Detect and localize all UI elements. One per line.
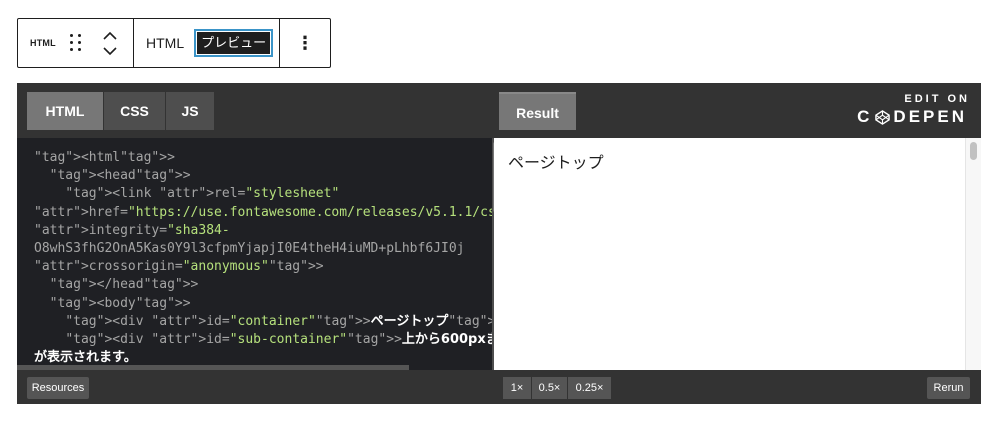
code-line: "tag"></head"tag">> [49,277,199,293]
code-block: "tag"><html"tag">> "tag"><head"tag">> "t… [34,149,492,367]
zoom-0-5x-button[interactable]: 0.5× [532,377,568,399]
block-movers [102,27,118,59]
html-mode-group: HTML プレビュー [134,19,280,67]
codepen-word-pre: C [857,107,873,126]
preview-button[interactable]: プレビュー [194,29,274,57]
code-line: O8whS3fhG2OnA5Kas0Y9l3cfpmYjapjI0E4theH4… [34,241,465,257]
codepen-embed: HTML CSS JS Result EDIT ON C DEPEN "tag"… [17,83,981,404]
block-controls-group: HTML [18,19,134,67]
code-line: "tag"><head"tag">> [49,168,191,184]
more-vertical-icon[interactable]: ⋮ [296,34,314,52]
code-line: "attr">crossorigin="anonymous""tag">> [34,259,324,275]
zoom-1x-button[interactable]: 1× [503,377,532,399]
html-code-pane[interactable]: "tag"><html"tag">> "tag"><head"tag">> "t… [17,138,492,370]
resources-button[interactable]: Resources [27,377,89,399]
tab-css[interactable]: CSS [104,92,166,130]
options-group: ⋮ [280,19,330,67]
code-line: "tag"><link "attr">rel="stylesheet" [65,186,340,202]
tab-js[interactable]: JS [166,92,215,130]
block-toolbar: HTML HTML プレビュー ⋮ [17,18,331,68]
code-line: "tag"><body"tag">> [49,295,191,311]
code-line: "attr">href="https://use.fontawesome.com… [34,204,492,220]
embed-header: HTML CSS JS Result EDIT ON C DEPEN [17,83,981,138]
code-line: "tag"><div "attr">id="sub-container""tag… [65,332,492,348]
codepen-word-post: DEPEN [893,107,967,126]
code-line: "tag"><div "attr">id="container""tag">>ペ… [65,313,492,329]
result-text: ページトップ [508,155,604,172]
embed-footer: Resources 1× 0.5× 0.25× Rerun [17,370,981,404]
codepen-cube-icon [875,109,891,125]
zoom-0-25x-button[interactable]: 0.25× [568,377,611,399]
block-type-label[interactable]: HTML [30,38,56,48]
tab-html[interactable]: HTML [27,92,104,130]
drag-handle-icon[interactable] [69,34,82,52]
editor-tabs: HTML CSS JS [27,92,215,130]
tab-result[interactable]: Result [499,92,576,130]
zoom-group: 1× 0.5× 0.25× [503,377,611,399]
html-edit-button[interactable]: HTML [146,35,184,51]
code-line: "attr">integrity="sha384- [34,222,230,238]
result-pane: ページトップ [494,138,981,370]
codepen-wordmark: C DEPEN [857,107,967,127]
rerun-button[interactable]: Rerun [927,377,970,399]
result-scrollbar[interactable] [965,138,981,370]
chevron-up-icon[interactable] [102,27,118,43]
code-line: "tag"><html"tag">> [34,150,175,165]
edit-on-codepen-link[interactable]: EDIT ON C DEPEN [857,93,967,127]
edit-on-label: EDIT ON [904,93,970,105]
chevron-down-icon[interactable] [102,43,118,59]
